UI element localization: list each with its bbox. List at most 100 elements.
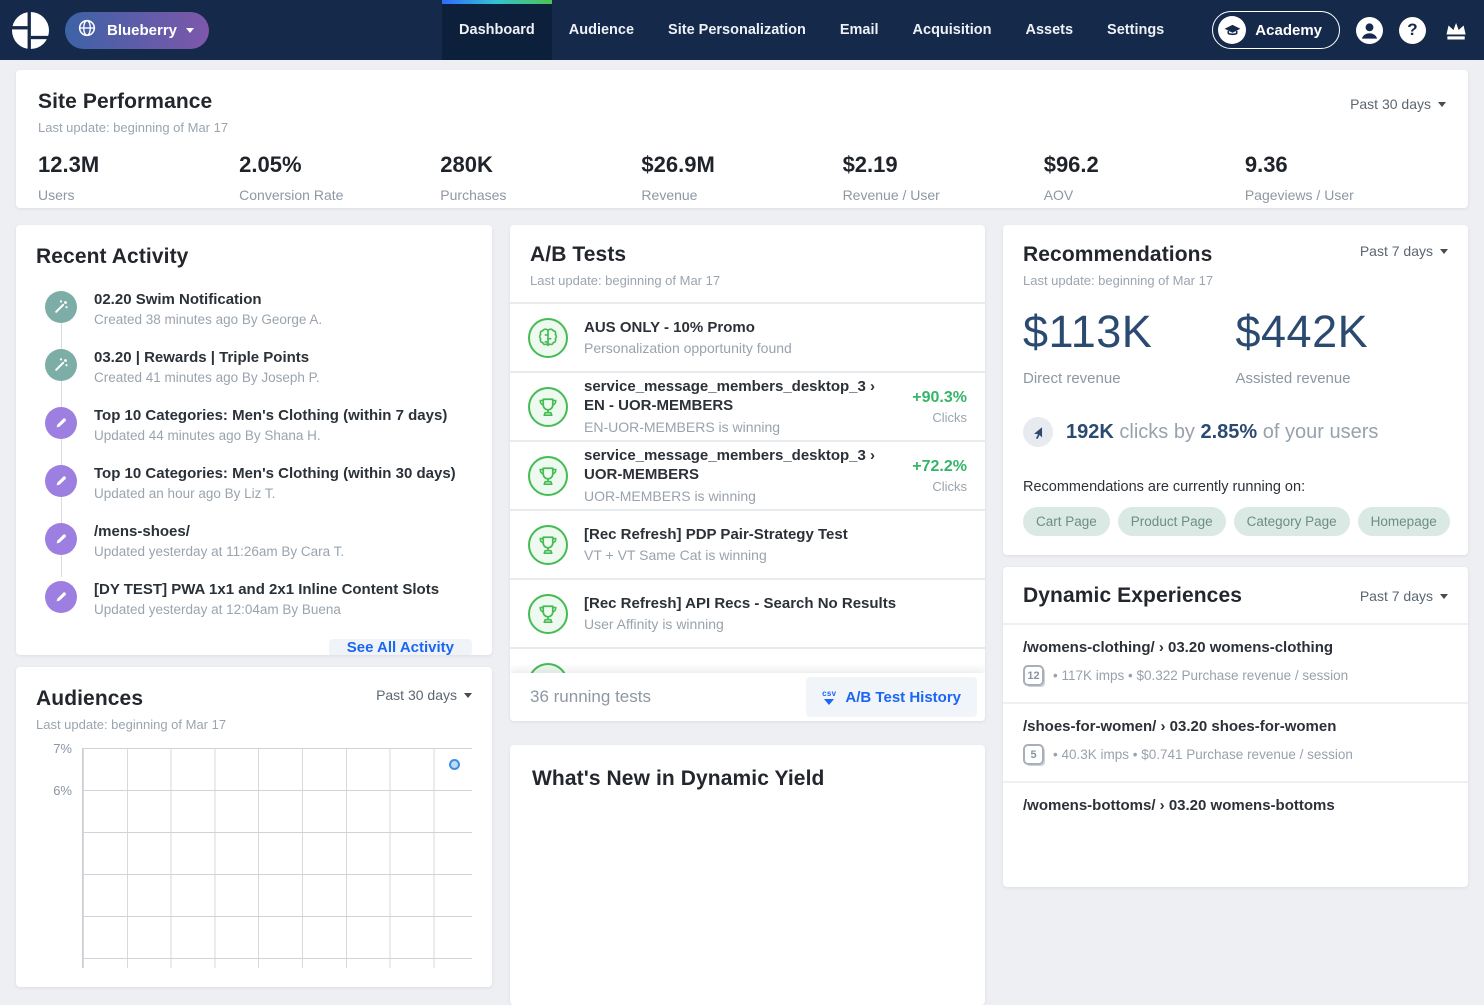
dynamic-experiences-card: Dynamic Experiences Past 7 days /womens-… (1003, 567, 1468, 887)
tab-label: Audience (569, 22, 634, 38)
site-selector-label: Blueberry (107, 22, 177, 39)
y-tick-label: 7% (53, 741, 72, 756)
metric-purchases: 280KPurchases (440, 152, 641, 203)
whats-new-title: What's New in Dynamic Yield (532, 767, 963, 791)
tab-dashboard[interactable]: Dashboard (442, 0, 552, 60)
site-selector[interactable]: Blueberry (65, 12, 209, 49)
ab-tests-title: A/B Tests (530, 243, 965, 267)
crown-icon[interactable] (1442, 17, 1469, 44)
experience-meta: • 117K imps • $0.322 Purchase revenue / … (1053, 668, 1348, 683)
ab-test-subtitle: User Affinity is winning (584, 616, 967, 632)
trophy-icon (528, 525, 568, 565)
activity-item[interactable]: Top 10 Categories: Men's Clothing (withi… (36, 407, 472, 443)
ab-tests-footer: 36 running tests csv A/B Test History (510, 673, 985, 721)
ab-test-row[interactable]: service_message_members_desktop_3 › UOR-… (510, 440, 985, 509)
csv-download-icon: csv (822, 690, 836, 705)
user-icon[interactable] (1356, 17, 1383, 44)
ab-test-history-label: A/B Test History (845, 689, 961, 706)
experience-row[interactable]: /womens-bottoms/ › 03.20 womens-bottoms (1003, 781, 1468, 830)
ab-test-subtitle: Personalization opportunity found (584, 340, 967, 356)
site-performance-period-dropdown[interactable]: Past 30 days (1350, 96, 1446, 112)
ab-test-history-button[interactable]: csv A/B Test History (806, 677, 977, 717)
ab-test-title: AUS ONLY - 10% Promo (584, 319, 967, 338)
running-on-tags: Cart Page Product Page Category Page Hom… (1023, 507, 1448, 536)
pencil-icon (45, 407, 77, 439)
metric-label: Users (38, 187, 239, 203)
audiences-period-dropdown[interactable]: Past 30 days (376, 687, 472, 703)
trophy-icon (528, 594, 568, 634)
ab-test-row[interactable]: AUS ONLY - 10% Promo Personalization opp… (510, 302, 985, 371)
ab-test-title: [Rec Refresh] PDP Pair-Strategy Test (584, 526, 967, 545)
clicks-text: of your users (1257, 421, 1378, 443)
tag-category-page: Category Page (1234, 507, 1350, 536)
site-performance-card: Site Performance Last update: beginning … (16, 70, 1468, 208)
variations-badge: 12 (1023, 665, 1044, 686)
ab-test-row[interactable]: service_message_members_desktop_3 › EN -… (510, 371, 985, 440)
ab-test-lift-value: +90.3% (912, 389, 967, 407)
tab-audience[interactable]: Audience (552, 0, 651, 60)
academy-button[interactable]: Academy (1212, 11, 1340, 49)
ab-tests-card: A/B Tests Last update: beginning of Mar … (510, 225, 985, 721)
audiences-card: Audiences Past 30 days Last update: begi… (16, 667, 492, 987)
metric-value: 280K (440, 152, 641, 178)
activity-item[interactable]: /mens-shoes/ Updated yesterday at 11:26a… (36, 523, 472, 559)
see-all-activity-button[interactable]: See All Activity (329, 639, 472, 655)
ab-test-lift-label: Clicks (912, 410, 967, 425)
experience-row[interactable]: /shoes-for-women/ › 03.20 shoes-for-wome… (1003, 702, 1468, 781)
activity-meta: Created 41 minutes ago By Joseph P. (94, 370, 472, 385)
activity-item[interactable]: [DY TEST] PWA 1x1 and 2x1 Inline Content… (36, 581, 472, 617)
last-update-text: Last update: beginning of Mar 17 (36, 717, 472, 732)
stat-value: $442K (1236, 306, 1449, 358)
metric-label: Revenue (641, 187, 842, 203)
chevron-down-icon (1440, 594, 1448, 599)
variations-badge: 5 (1023, 744, 1044, 765)
tab-settings[interactable]: Settings (1090, 0, 1181, 60)
top-nav: Blueberry Dashboard Audience Site Person… (0, 0, 1484, 60)
activity-title: 03.20 | Rewards | Triple Points (94, 349, 472, 366)
chevron-down-icon (464, 693, 472, 698)
recommendations-title: Recommendations (1023, 243, 1212, 267)
chart-y-axis: 7% 6% (36, 748, 82, 968)
ab-test-row[interactable]: [Rec Refresh] API Recs - Search No Resul… (510, 578, 985, 647)
tab-label: Email (840, 22, 879, 38)
recommendations-card: Recommendations Past 7 days Last update:… (1003, 225, 1468, 555)
recent-activity-title: Recent Activity (36, 245, 472, 269)
ab-test-row[interactable]: API Recs - Not Found (510, 647, 985, 673)
tag-product-page: Product Page (1118, 507, 1226, 536)
tab-site-personalization[interactable]: Site Personalization (651, 0, 823, 60)
activity-item[interactable]: Top 10 Categories: Men's Clothing (withi… (36, 465, 472, 501)
activity-meta: Updated an hour ago By Liz T. (94, 486, 472, 501)
period-label: Past 7 days (1360, 243, 1433, 259)
experience-row[interactable]: /womens-clothing/ › 03.20 womens-clothin… (1003, 623, 1468, 702)
ab-test-lift-label: Clicks (912, 479, 967, 494)
recent-activity-card: Recent Activity 02.20 Swim Notification … (16, 225, 492, 655)
tab-label: Dashboard (459, 22, 535, 38)
metric-value: 2.05% (239, 152, 440, 178)
dynamic-experiences-period-dropdown[interactable]: Past 7 days (1360, 588, 1448, 604)
tab-email[interactable]: Email (823, 0, 896, 60)
stat-label: Direct revenue (1023, 370, 1236, 387)
tab-assets[interactable]: Assets (1008, 0, 1090, 60)
ab-test-lift-value: +72.2% (912, 458, 967, 476)
ab-test-subtitle: VT + VT Same Cat is winning (584, 547, 967, 563)
metric-value: $2.19 (843, 152, 1044, 178)
chevron-down-icon (1440, 249, 1448, 254)
ab-test-title: service_message_members_desktop_3 › EN -… (584, 378, 896, 416)
stat-label: Assisted revenue (1236, 370, 1449, 387)
activity-meta: Updated yesterday at 11:26am By Cara T. (94, 544, 472, 559)
tab-label: Site Personalization (668, 22, 806, 38)
brain-icon (528, 318, 568, 358)
metric-label: AOV (1044, 187, 1245, 203)
whats-new-card: What's New in Dynamic Yield (510, 745, 985, 1005)
recommendations-period-dropdown[interactable]: Past 7 days (1360, 243, 1448, 259)
ab-test-row[interactable]: [Rec Refresh] PDP Pair-Strategy Test VT … (510, 509, 985, 578)
chart-grid (82, 748, 472, 968)
help-icon[interactable]: ? (1399, 17, 1426, 44)
cursor-icon (1023, 417, 1053, 447)
last-update-text: Last update: beginning of Mar 17 (38, 120, 1446, 135)
nav-tabs: Dashboard Audience Site Personalization … (442, 0, 1181, 60)
activity-item[interactable]: 03.20 | Rewards | Triple Points Created … (36, 349, 472, 385)
globe-icon (76, 17, 98, 43)
tab-acquisition[interactable]: Acquisition (896, 0, 1009, 60)
activity-item[interactable]: 02.20 Swim Notification Created 38 minut… (36, 291, 472, 327)
